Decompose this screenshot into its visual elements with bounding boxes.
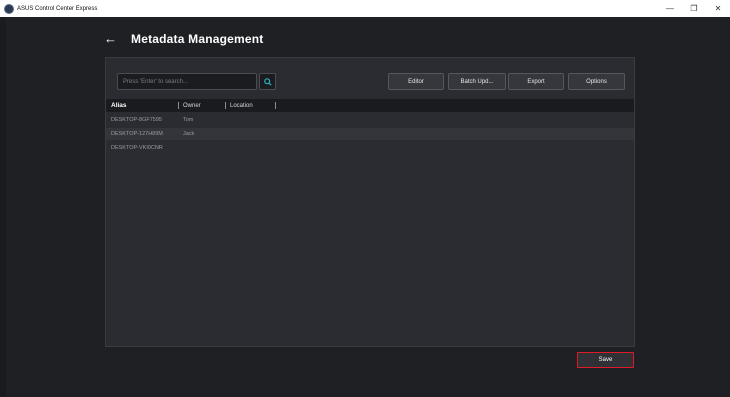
column-header-location[interactable]: Location bbox=[225, 99, 275, 112]
batch-update-button[interactable]: Batch Upd... bbox=[448, 73, 506, 90]
back-arrow-icon[interactable]: ← bbox=[104, 31, 117, 46]
restore-button[interactable]: ❐ bbox=[682, 0, 706, 17]
metadata-panel: Press 'Enter' to search... Editor Batch … bbox=[105, 57, 635, 347]
title-bar: ASUS Control Center Express — ❐ ✕ bbox=[0, 0, 730, 17]
minimize-button[interactable]: — bbox=[658, 0, 682, 17]
options-button[interactable]: Options bbox=[568, 73, 625, 90]
table-row[interactable]: DESKTOP-VKI0CNR bbox=[106, 142, 634, 154]
table-header: Alias Owner Location bbox=[106, 99, 634, 112]
page-header: ← Metadata Management bbox=[104, 31, 264, 46]
editor-button[interactable]: Editor bbox=[388, 73, 444, 90]
search-input[interactable]: Press 'Enter' to search... bbox=[117, 73, 257, 90]
column-header-end bbox=[275, 99, 285, 112]
search-icon bbox=[263, 77, 272, 86]
save-button[interactable]: Save bbox=[577, 352, 634, 368]
window-controls: — ❐ ✕ bbox=[658, 0, 730, 17]
column-label: Owner bbox=[183, 102, 201, 109]
table-row[interactable]: DESKTOP-8GF7595 Tom bbox=[106, 114, 634, 126]
table-row[interactable]: DESKTOP-127H89M Jack bbox=[106, 128, 634, 140]
column-divider bbox=[275, 102, 276, 109]
column-header-alias[interactable]: Alias bbox=[106, 99, 178, 112]
export-button[interactable]: Export bbox=[508, 73, 564, 90]
app-logo-icon bbox=[4, 3, 14, 14]
alias-cell: DESKTOP-127H89M bbox=[111, 131, 163, 137]
owner-cell: Jack bbox=[183, 131, 195, 137]
page-title: Metadata Management bbox=[131, 31, 264, 46]
window-title: ASUS Control Center Express bbox=[17, 5, 98, 12]
column-header-owner[interactable]: Owner bbox=[178, 99, 225, 112]
column-label: Alias bbox=[111, 102, 127, 109]
close-button[interactable]: ✕ bbox=[706, 0, 730, 17]
alias-cell: DESKTOP-8GF7595 bbox=[111, 117, 162, 123]
column-divider bbox=[225, 102, 226, 109]
toolbar: Press 'Enter' to search... Editor Batch … bbox=[106, 58, 634, 98]
main-area: ← Metadata Management Press 'Enter' to s… bbox=[6, 17, 730, 397]
owner-cell: Tom bbox=[183, 117, 194, 123]
search-button[interactable] bbox=[259, 73, 276, 90]
column-label: Location bbox=[230, 102, 253, 109]
alias-cell: DESKTOP-VKI0CNR bbox=[111, 145, 163, 151]
column-divider bbox=[178, 102, 179, 109]
